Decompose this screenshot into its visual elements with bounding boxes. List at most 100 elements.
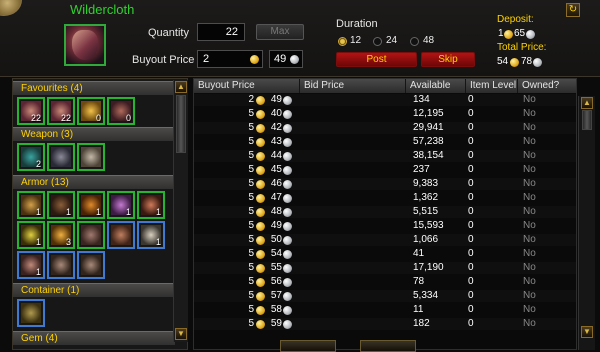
row-buyout-gold: 2 [248, 94, 254, 105]
inventory-slot[interactable]: 1 [17, 191, 45, 219]
row-item-level: 0 [468, 234, 474, 245]
gold-coin-icon [256, 208, 265, 217]
silver-coin-icon [283, 236, 292, 245]
row-owned: No [523, 122, 536, 133]
table-row[interactable]: 5 40 12,195 0 No [194, 108, 576, 120]
row-buyout-silver: 47 [270, 192, 282, 203]
inventory-slot[interactable]: 1 [107, 191, 135, 219]
inventory-slot[interactable]: 2 [17, 143, 45, 171]
row-available: 237 [413, 164, 430, 175]
table-row[interactable]: 2 49 134 0 No [194, 94, 576, 106]
table-row[interactable]: 5 54 41 0 No [194, 248, 576, 260]
col-header-item-level[interactable]: Item Level [466, 79, 518, 93]
row-buyout-gold: 5 [248, 136, 254, 147]
row-buyout-gold: 5 [248, 122, 254, 133]
row-buyout-silver: 43 [270, 136, 282, 147]
col-header-buyout-price[interactable]: Buyout Price [194, 79, 300, 93]
skip-button[interactable]: Skip [421, 52, 475, 67]
table-row[interactable]: 5 57 5,334 0 No [194, 290, 576, 302]
table-row[interactable]: 5 42 29,941 0 No [194, 122, 576, 134]
inventory-slot[interactable] [77, 143, 105, 171]
row-owned: No [523, 318, 536, 329]
row-item-level: 0 [468, 108, 474, 119]
row-owned: No [523, 304, 536, 315]
row-buyout-gold: 5 [248, 304, 254, 315]
gold-coin-icon [256, 194, 265, 203]
table-row[interactable]: 5 47 1,362 0 No [194, 192, 576, 204]
category-scrollbar[interactable]: ▲ ▼ [173, 80, 188, 342]
category-favourites-header[interactable]: Favourites (4) [13, 81, 175, 95]
inventory-slot[interactable]: 1 [17, 251, 45, 279]
duration-12-radio[interactable] [338, 37, 347, 46]
row-available: 29,941 [413, 122, 444, 133]
inventory-slot[interactable]: 22 [17, 97, 45, 125]
table-row[interactable]: 5 45 237 0 No [194, 164, 576, 176]
footer-button[interactable] [280, 340, 336, 352]
post-button[interactable]: Post [336, 52, 417, 67]
inventory-slot[interactable] [77, 251, 105, 279]
table-row[interactable]: 5 58 11 0 No [194, 304, 576, 316]
row-item-level: 0 [468, 220, 474, 231]
table-row[interactable]: 5 50 1,066 0 No [194, 234, 576, 246]
table-row[interactable]: 5 59 182 0 No [194, 318, 576, 330]
inventory-slot[interactable]: 1 [47, 191, 75, 219]
inventory-slot[interactable]: 1 [137, 221, 165, 249]
table-row[interactable]: 5 49 15,593 0 No [194, 220, 576, 232]
scroll-up-icon[interactable]: ▲ [581, 97, 593, 109]
silver-coin-icon [283, 208, 292, 217]
scroll-down-icon[interactable]: ▼ [581, 326, 593, 338]
category-gem-header[interactable]: Gem (4) [13, 331, 175, 345]
scroll-down-icon[interactable]: ▼ [175, 328, 187, 340]
listings-scrollbar[interactable]: ▲ ▼ [578, 96, 595, 350]
col-header-bid-price[interactable]: Bid Price [300, 79, 406, 93]
col-header-available[interactable]: Available [406, 79, 466, 93]
gold-coin-icon [256, 96, 265, 105]
inventory-slot[interactable]: 3 [47, 221, 75, 249]
max-button[interactable]: Max [256, 24, 304, 40]
total-silver: 78 [521, 56, 533, 67]
inventory-slot[interactable] [17, 299, 45, 327]
row-buyout-gold: 5 [248, 248, 254, 259]
gold-coin-icon [256, 138, 265, 147]
inventory-slot[interactable] [47, 143, 75, 171]
duration-24-radio[interactable] [373, 37, 382, 46]
refresh-icon[interactable]: ↻ [566, 3, 580, 17]
inventory-slot[interactable]: 1 [17, 221, 45, 249]
buyout-gold-input[interactable]: 2 [197, 50, 263, 68]
row-item-level: 0 [468, 276, 474, 287]
buyout-silver-value: 49 [274, 53, 287, 65]
row-owned: No [523, 234, 536, 245]
row-item-level: 0 [468, 150, 474, 161]
wildercloth-item-icon[interactable] [64, 24, 106, 66]
col-header-owned[interactable]: Owned? [518, 79, 576, 93]
category-container-header[interactable]: Container (1) [13, 283, 175, 297]
row-owned: No [523, 248, 536, 259]
category-weapon-header[interactable]: Weapon (3) [13, 127, 175, 141]
category-armor-header[interactable]: Armor (13) [13, 175, 175, 189]
inventory-slot[interactable]: 0 [77, 97, 105, 125]
duration-48-radio[interactable] [410, 37, 419, 46]
table-row[interactable]: 5 43 57,238 0 No [194, 136, 576, 148]
table-row[interactable]: 5 46 9,383 0 No [194, 178, 576, 190]
inventory-slot[interactable]: 22 [47, 97, 75, 125]
inventory-slot[interactable] [77, 221, 105, 249]
inventory-slot[interactable]: 1 [77, 191, 105, 219]
row-buyout-gold: 5 [248, 220, 254, 231]
inventory-slot[interactable]: 0 [107, 97, 135, 125]
table-row[interactable]: 5 48 5,515 0 No [194, 206, 576, 218]
buyout-silver-input[interactable]: 49 [269, 50, 303, 68]
inventory-slot[interactable] [47, 251, 75, 279]
row-buyout-silver: 56 [270, 276, 282, 287]
table-row[interactable]: 5 56 78 0 No [194, 276, 576, 288]
quantity-input[interactable]: 22 [197, 23, 245, 41]
inventory-slot[interactable] [107, 221, 135, 249]
table-row[interactable]: 5 44 38,154 0 No [194, 150, 576, 162]
silver-coin-icon [526, 30, 535, 39]
row-owned: No [523, 136, 536, 147]
scroll-thumb[interactable] [176, 95, 186, 153]
inventory-slot[interactable]: 1 [137, 191, 165, 219]
footer-button[interactable] [360, 340, 416, 352]
scroll-thumb[interactable] [582, 110, 592, 130]
table-row[interactable]: 5 55 17,190 0 No [194, 262, 576, 274]
scroll-up-icon[interactable]: ▲ [175, 81, 187, 93]
